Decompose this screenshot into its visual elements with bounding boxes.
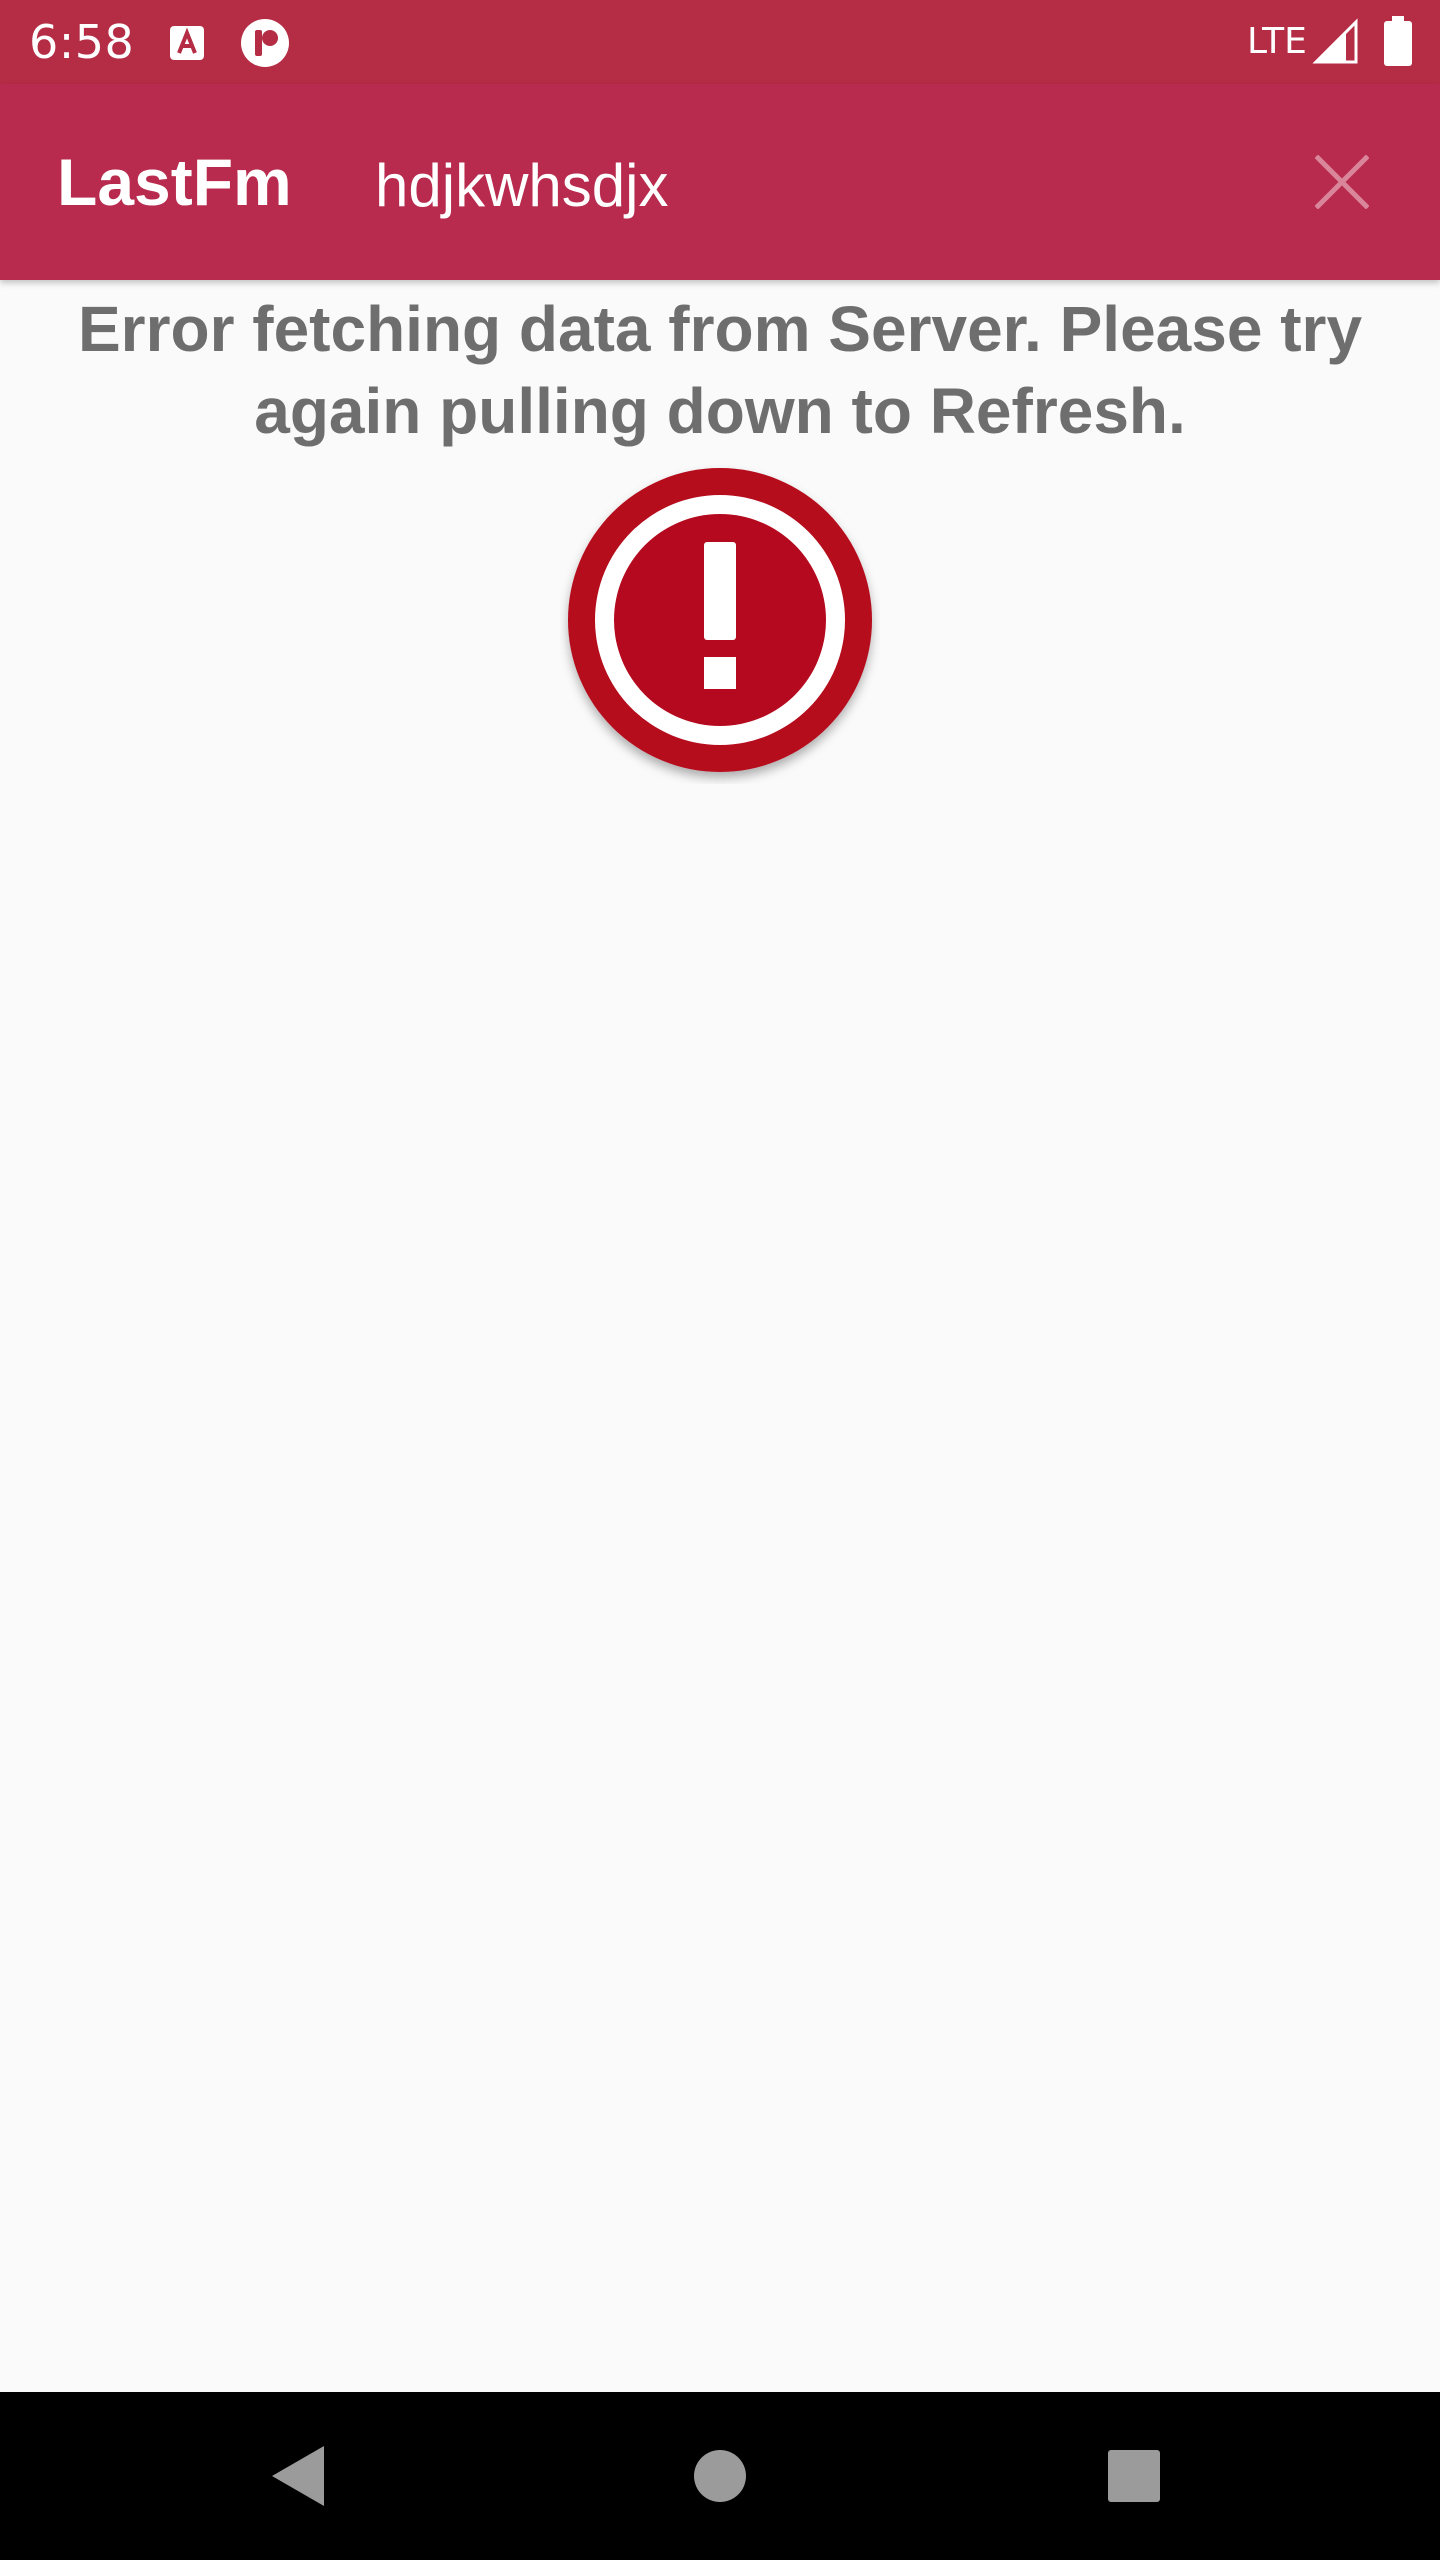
- notification-app-icon: [240, 18, 290, 68]
- app-title: LastFm: [57, 145, 292, 219]
- text-a-icon: [168, 24, 206, 62]
- back-icon: [272, 2446, 324, 2506]
- home-button[interactable]: [670, 2426, 770, 2526]
- error-alert-icon: [560, 464, 880, 784]
- close-icon: [1315, 155, 1369, 209]
- back-button[interactable]: [250, 2426, 350, 2526]
- battery-icon: [1384, 16, 1412, 66]
- clear-search-button[interactable]: [1290, 130, 1394, 234]
- recents-icon: [1108, 2450, 1160, 2502]
- error-message: Error fetching data from Server. Please …: [77, 293, 1363, 447]
- navigation-bar: [0, 2392, 1440, 2560]
- search-input[interactable]: [375, 148, 1275, 224]
- status-time: 6:58: [29, 15, 135, 69]
- app-bar: LastFm: [0, 84, 1440, 280]
- status-bar: 6:58 LTE: [0, 0, 1440, 84]
- recents-button[interactable]: [1084, 2426, 1184, 2526]
- home-icon: [694, 2450, 746, 2502]
- signal-icon: [1312, 18, 1360, 66]
- network-type: LTE: [1247, 21, 1307, 62]
